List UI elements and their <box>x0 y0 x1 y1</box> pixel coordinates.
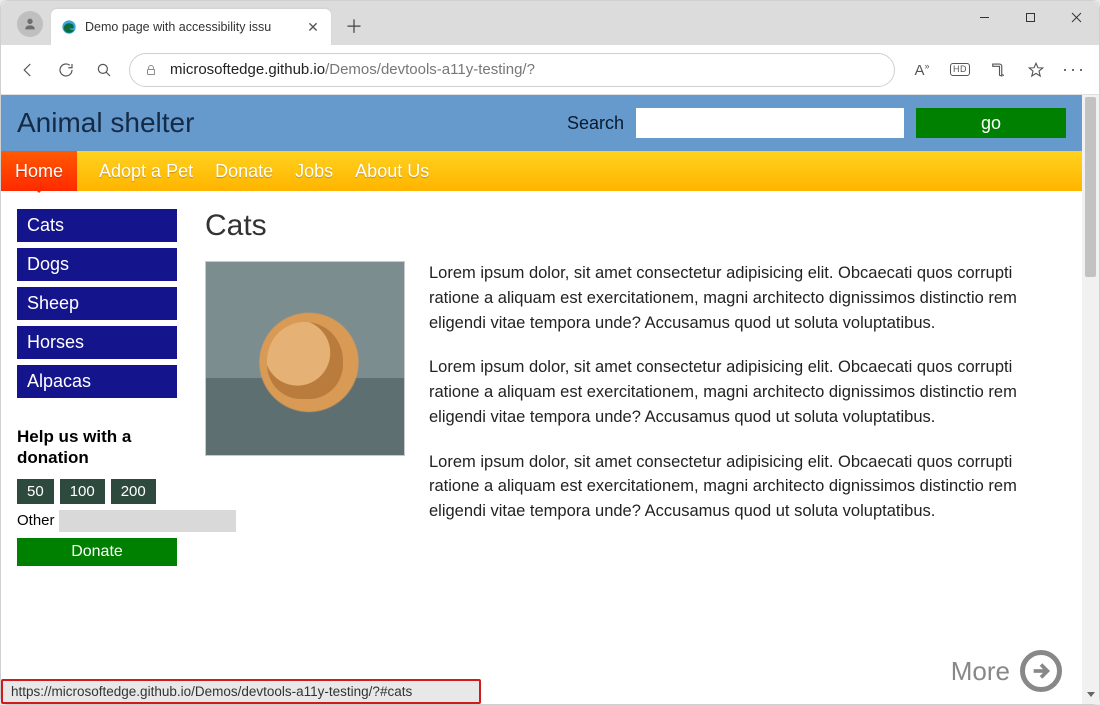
nav-about[interactable]: About Us <box>355 151 429 191</box>
sidebar-item-cats[interactable]: Cats <box>17 209 177 242</box>
donate-button[interactable]: Donate <box>17 538 177 566</box>
window-close-button[interactable] <box>1053 1 1099 33</box>
donation-other-label: Other <box>17 512 55 529</box>
donation-amount-200[interactable]: 200 <box>111 479 156 504</box>
link-hover-statusbar: https://microsoftedge.github.io/Demos/de… <box>1 679 481 704</box>
sidebar: Cats Dogs Sheep Horses Alpacas Help us w… <box>17 209 177 704</box>
browser-tab-active[interactable]: Demo page with accessibility issu ✕ <box>51 9 331 45</box>
article-text: Lorem ipsum dolor, sit amet consectetur … <box>429 261 1066 544</box>
vertical-scrollbar[interactable] <box>1082 95 1099 704</box>
browser-titlebar: Demo page with accessibility issu ✕ ＋ <box>1 1 1099 45</box>
favorite-star-button[interactable] <box>1019 53 1053 87</box>
site-title: Animal shelter <box>17 107 194 139</box>
search-label: Search <box>567 113 624 134</box>
edge-favicon-icon <box>61 19 77 35</box>
cat-photo <box>205 261 405 456</box>
hd-indicator-icon[interactable]: HD <box>943 53 977 87</box>
profile-avatar[interactable] <box>17 11 43 37</box>
url-text: microsoftedge.github.io/Demos/devtools-a… <box>170 61 880 78</box>
status-url: https://microsoftedge.github.io/Demos/de… <box>11 684 412 699</box>
more-menu-button[interactable]: ··· <box>1057 53 1091 87</box>
browser-toolbar: microsoftedge.github.io/Demos/devtools-a… <box>1 45 1099 95</box>
page-body: Animal shelter Search go Home Adopt a Pe… <box>1 95 1082 704</box>
primary-nav: Home Adopt a Pet Donate Jobs About Us <box>1 151 1082 191</box>
window-maximize-button[interactable] <box>1007 1 1053 33</box>
refresh-button[interactable] <box>47 51 85 89</box>
more-link[interactable]: More <box>951 650 1062 692</box>
nav-home[interactable]: Home <box>1 151 77 191</box>
main-content: Cats Lorem ipsum dolor, sit amet consect… <box>205 209 1066 704</box>
new-tab-button[interactable]: ＋ <box>339 11 369 41</box>
scrollbar-thumb[interactable] <box>1085 97 1096 277</box>
donation-heading: Help us with a donation <box>17 426 177 469</box>
paragraph: Lorem ipsum dolor, sit amet consectetur … <box>429 450 1066 524</box>
tab-title: Demo page with accessibility issu <box>85 20 299 34</box>
nav-jobs[interactable]: Jobs <box>295 151 333 191</box>
tab-close-button[interactable]: ✕ <box>305 19 321 35</box>
read-aloud-button[interactable]: A» <box>905 53 939 87</box>
toolbar-search-button[interactable] <box>85 51 123 89</box>
reading-list-button[interactable] <box>981 53 1015 87</box>
nav-adopt[interactable]: Adopt a Pet <box>99 151 193 191</box>
donation-widget: Help us with a donation 50 100 200 Other… <box>17 426 177 566</box>
scrollbar-down-arrow-icon[interactable] <box>1082 686 1099 702</box>
back-button[interactable] <box>9 51 47 89</box>
sidebar-item-sheep[interactable]: Sheep <box>17 287 177 320</box>
page-heading: Cats <box>205 209 1066 243</box>
more-label: More <box>951 656 1010 687</box>
search-go-button[interactable]: go <box>916 108 1066 138</box>
site-header: Animal shelter Search go <box>1 95 1082 151</box>
paragraph: Lorem ipsum dolor, sit amet consectetur … <box>429 355 1066 429</box>
sidebar-item-horses[interactable]: Horses <box>17 326 177 359</box>
sidebar-item-dogs[interactable]: Dogs <box>17 248 177 281</box>
nav-donate[interactable]: Donate <box>215 151 273 191</box>
paragraph: Lorem ipsum dolor, sit amet consectetur … <box>429 261 1066 335</box>
site-info-lock-icon[interactable] <box>144 63 158 77</box>
donation-amount-100[interactable]: 100 <box>60 479 105 504</box>
address-bar[interactable]: microsoftedge.github.io/Demos/devtools-a… <box>129 53 895 87</box>
sidebar-item-alpacas[interactable]: Alpacas <box>17 365 177 398</box>
window-minimize-button[interactable] <box>961 1 1007 33</box>
arrow-right-circle-icon <box>1020 650 1062 692</box>
donation-amount-50[interactable]: 50 <box>17 479 54 504</box>
site-search-input[interactable] <box>636 108 904 138</box>
